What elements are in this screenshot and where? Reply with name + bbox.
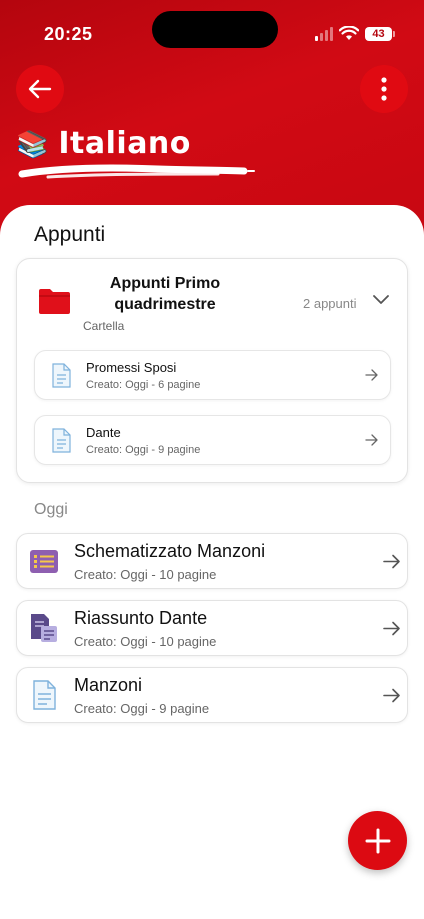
folder-name: Appunti Primo quadrimestre (109, 275, 221, 313)
wifi-icon (339, 26, 359, 40)
page-title: Italiano (58, 126, 191, 161)
plus-icon (365, 828, 390, 853)
section-title: Appunti (34, 223, 106, 246)
note-card-schematizzato-manzoni[interactable]: Schematizzato Manzoni Creato: Oggi - 10 … (16, 533, 408, 589)
page-title-row: 📚 Italiano (16, 126, 191, 161)
note-card-manzoni[interactable]: Manzoni Creato: Oggi - 9 pagine (16, 667, 408, 723)
document-icon (33, 680, 56, 710)
arrow-right-icon (365, 369, 378, 381)
list-icon (30, 550, 58, 573)
note-meta: Creato: Oggi - 10 pagine (74, 634, 217, 649)
document-icon (52, 363, 71, 388)
signal-icon (315, 27, 335, 41)
arrow-right-icon (383, 554, 400, 569)
note-card-riassunto-dante[interactable]: Riassunto Dante Creato: Oggi - 10 pagine (16, 600, 408, 656)
note-title: Dante (86, 425, 121, 440)
chevron-down-icon[interactable] (372, 294, 390, 306)
note-title: Schematizzato Manzoni (74, 541, 266, 561)
document-icon (52, 428, 71, 453)
folder-item-dante[interactable]: Dante Creato: Oggi - 9 pagine (34, 415, 391, 465)
status-bar: 20:25 43 (0, 0, 424, 64)
note-meta: Creato: Oggi - 6 pagine (86, 379, 201, 391)
status-time: 20:25 (44, 24, 93, 44)
note-meta: Creato: Oggi - 9 pagine (86, 444, 201, 456)
note-title: Promessi Sposi (86, 360, 177, 375)
summary-icon (31, 614, 57, 642)
battery-icon (393, 31, 395, 37)
note-meta: Creato: Oggi - 10 pagine (74, 567, 217, 582)
back-button[interactable] (16, 65, 64, 113)
note-title: Manzoni (74, 675, 143, 695)
dynamic-island (152, 11, 278, 48)
folder-type: Cartella (83, 319, 125, 333)
more-options-button[interactable] (360, 65, 408, 113)
more-vertical-icon (381, 77, 387, 101)
books-icon: 📚 (16, 128, 49, 159)
folder-item-promessi-sposi[interactable]: Promessi Sposi Creato: Oggi - 6 pagine (34, 350, 391, 400)
note-title: Riassunto Dante (74, 608, 208, 628)
folder-icon (39, 289, 70, 314)
folder-card[interactable]: Appunti Primo quadrimestre Cartella 2 ap… (16, 258, 408, 483)
folder-count: 2 appunti (303, 296, 357, 311)
arrow-right-icon (383, 688, 400, 703)
note-meta: Creato: Oggi - 9 pagine (74, 701, 210, 716)
arrow-right-icon (383, 621, 400, 636)
arrow-left-icon (28, 79, 52, 99)
brush-underline (18, 164, 255, 179)
add-note-button[interactable] (348, 811, 407, 870)
arrow-right-icon (365, 434, 378, 446)
group-label-today: Oggi (34, 501, 68, 518)
battery-level: 43 (365, 27, 392, 41)
